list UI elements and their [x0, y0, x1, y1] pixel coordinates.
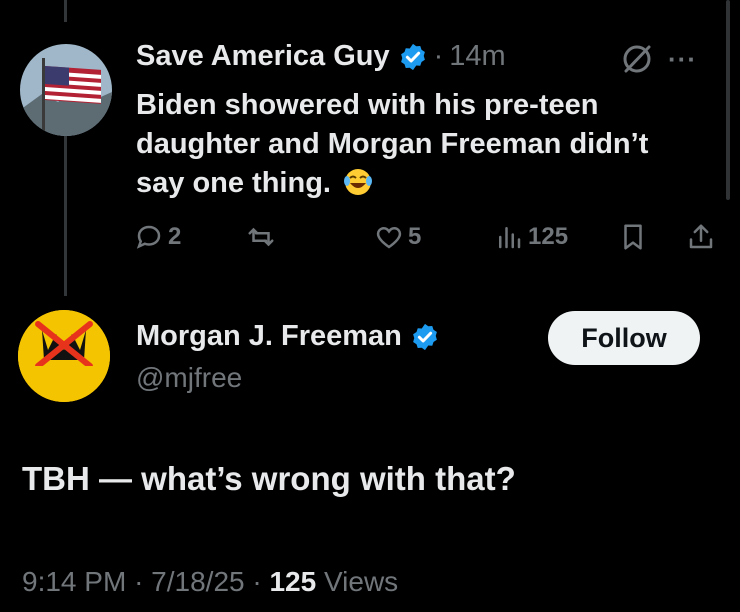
author-name[interactable]: Save America Guy	[136, 40, 390, 73]
like-count: 5	[408, 223, 422, 250]
author-handle[interactable]: @mjfree	[136, 362, 242, 394]
reply-button[interactable]: 2	[134, 222, 181, 252]
flag-avatar-icon	[20, 44, 112, 136]
tweet-text: Biden showered with his pre-teen daughte…	[136, 86, 696, 203]
timestamp[interactable]: 14m	[449, 40, 505, 73]
separator: ·	[134, 566, 144, 597]
views-chart-icon	[499, 227, 521, 249]
follow-button[interactable]: Follow	[548, 311, 700, 365]
share-button[interactable]	[686, 222, 716, 252]
like-button[interactable]: 5	[374, 222, 421, 252]
more-options-icon[interactable]: ···	[668, 44, 697, 75]
tweet-meta: 9:14 PM · 7/18/25 · 125 Views	[22, 566, 398, 598]
scrollbar[interactable]	[726, 0, 730, 200]
views-count[interactable]: 125	[269, 566, 316, 597]
avatar[interactable]	[18, 310, 110, 402]
tweet-actions: 2 5 125	[134, 222, 724, 262]
grok-icon[interactable]	[620, 42, 654, 76]
avatar[interactable]	[20, 44, 112, 136]
share-icon	[689, 224, 713, 249]
views-count: 125	[528, 223, 569, 250]
bookmark-icon	[624, 224, 642, 250]
reply-count: 2	[168, 223, 182, 250]
tweet-body: Biden showered with his pre-teen daughte…	[136, 89, 649, 199]
laughing-tears-emoji-icon	[344, 169, 373, 195]
verified-badge-icon	[413, 323, 437, 350]
tweet-header: Save America Guy · 14m	[136, 40, 506, 73]
separator: ·	[252, 566, 262, 597]
reply-icon	[136, 225, 161, 249]
author-name[interactable]: Morgan J. Freeman	[136, 320, 402, 353]
heart-icon	[376, 226, 402, 249]
post-time[interactable]: 9:14 PM	[22, 566, 126, 597]
views-button[interactable]: 125	[494, 222, 568, 252]
verified-badge-icon	[400, 43, 425, 70]
post-date[interactable]: 7/18/25	[151, 566, 244, 597]
views-label: Views	[323, 566, 399, 597]
retweet-icon	[248, 227, 274, 247]
tweet-header: Morgan J. Freeman	[136, 320, 440, 353]
no-kings-avatar-icon	[18, 310, 110, 402]
thread-line	[64, 0, 67, 22]
separator: ·	[433, 40, 444, 72]
tweet-text: TBH — what’s wrong with that?	[22, 460, 516, 497]
thread-line	[64, 136, 67, 296]
bookmark-button[interactable]	[618, 222, 648, 252]
retweet-button[interactable]	[246, 222, 280, 252]
